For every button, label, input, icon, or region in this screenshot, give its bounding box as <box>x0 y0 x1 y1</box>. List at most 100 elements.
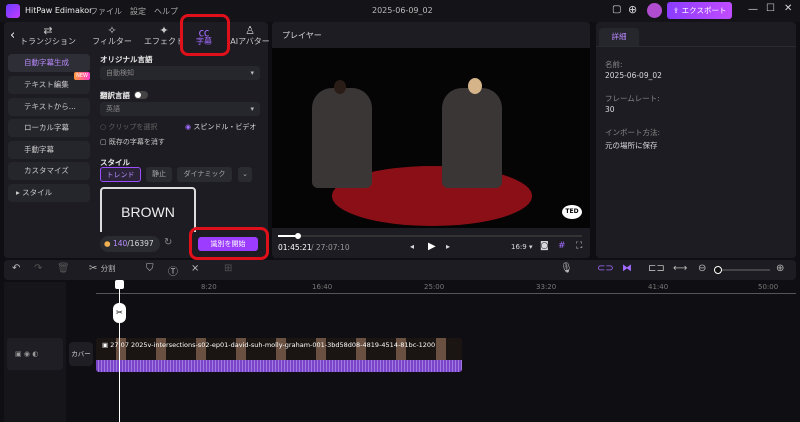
export-label: エクスポート <box>681 6 727 15</box>
fit-icon[interactable]: ⟷ <box>673 263 687 274</box>
current-time: 01:45:21 <box>278 243 312 252</box>
next-frame-icon[interactable]: ▸ <box>446 242 450 251</box>
redo-icon[interactable]: ↷ <box>34 263 42 274</box>
feedback-icon[interactable]: ▢ <box>612 4 621 15</box>
credits-display: ● 140/16397 <box>100 236 160 252</box>
snap-icon[interactable]: ⧓ <box>622 263 632 274</box>
link-icon[interactable]: ⊂⊃ <box>597 263 614 274</box>
maximize-button[interactable]: ☐ <box>766 3 775 14</box>
video-clip[interactable]: ▣ 27:07 2025v-intersections-s02-ep01-dav… <box>96 338 462 372</box>
fps-value: 30 <box>605 105 615 114</box>
video-preview[interactable]: TED <box>272 48 590 228</box>
menu-style[interactable]: ▸ スタイル <box>8 184 90 202</box>
app-title: HitPaw Edimakor <box>25 6 93 15</box>
close-button[interactable]: ✕ <box>784 3 792 14</box>
split-button[interactable]: ✂ 分割 <box>89 263 116 274</box>
style-more-chevron-icon[interactable]: ⌄ <box>238 167 252 182</box>
radio-select-clip[interactable]: ○ クリップを選択 <box>100 122 157 132</box>
translate-toggle[interactable] <box>134 91 148 99</box>
track-visibility-icon[interactable]: ◉ <box>24 350 30 358</box>
player-title: プレイヤー <box>282 31 322 40</box>
menu-label: スタイル <box>22 188 53 197</box>
menu-label: テキスト編集 <box>24 80 69 89</box>
tab-label: AIアバター <box>230 37 270 46</box>
chair-right <box>442 88 502 188</box>
menu-manual-subtitle[interactable]: 手動字幕 <box>8 141 90 159</box>
tab-transition[interactable]: ⇄ トランジション <box>20 24 76 47</box>
style-trend[interactable]: トレンド <box>100 167 141 182</box>
remove-subtitle-icon[interactable]: ⨯ <box>191 263 199 274</box>
clip-label: ▣ 27:07 2025v-intersections-s02-ep01-dav… <box>102 341 436 349</box>
import-label: インポート方法: <box>605 128 661 137</box>
tick-label: 8:20 <box>201 283 217 291</box>
style-dynamic[interactable]: ダイナミック <box>177 167 232 182</box>
mask-icon[interactable]: ⛉ <box>146 263 154 274</box>
menu-settings[interactable]: 設定 <box>130 7 146 16</box>
style-static[interactable]: 静止 <box>146 167 172 182</box>
prev-frame-icon[interactable]: ◂ <box>410 242 414 251</box>
tick-label: 41:40 <box>648 283 669 291</box>
menu-local-subtitle[interactable]: ローカル字幕 <box>8 119 90 137</box>
ruler <box>96 293 796 294</box>
aspect-ratio-select[interactable]: 16:9 ▾ <box>511 243 532 251</box>
avatar[interactable] <box>647 3 662 18</box>
refresh-icon[interactable]: ↻ <box>164 237 172 248</box>
translate-language-select[interactable]: 英語 <box>100 102 260 116</box>
progress-handle[interactable] <box>294 233 301 239</box>
playhead-handle[interactable] <box>115 280 124 289</box>
export-button[interactable]: ⇪ エクスポート <box>667 2 732 19</box>
title-bar: HitPaw Edimakor ファイル 設定 ヘルプ 2025-06-09_02 … <box>0 0 800 22</box>
fullscreen-icon[interactable]: ⛶ <box>576 241 582 251</box>
minimize-button[interactable]: — <box>748 4 758 15</box>
divider <box>596 46 796 47</box>
tab-ai-avatar[interactable]: ♙ AIアバター <box>222 24 278 47</box>
text-icon[interactable]: Ⓣ <box>168 263 178 278</box>
grid-icon[interactable]: # <box>558 241 566 251</box>
menu-help[interactable]: ヘルプ <box>154 7 178 16</box>
tab-filter[interactable]: ✧ フィルター <box>84 24 140 47</box>
zoom-handle[interactable] <box>714 266 722 274</box>
track-audio-icon[interactable]: ◐ <box>32 350 38 358</box>
import-value: 元の場所に保存 <box>605 141 658 150</box>
back-chevron-icon[interactable]: ‹ <box>10 28 15 43</box>
split-scissors-icon[interactable]: ✂ <box>113 303 126 323</box>
avatar-icon: ♙ <box>245 24 255 37</box>
zoom-out-icon[interactable]: ⊖ <box>698 263 706 274</box>
microphone-icon[interactable]: 🎙 <box>560 263 573 274</box>
menu-text-from[interactable]: テキストから... <box>8 98 90 116</box>
progress-bar[interactable] <box>278 233 582 239</box>
original-language-label: オリジナル言語 <box>100 55 153 64</box>
split-label: 分割 <box>100 264 116 273</box>
app-logo-icon <box>6 4 20 18</box>
radio-label: クリップを選択 <box>108 123 158 131</box>
menu-auto-subtitle[interactable]: 自動字幕生成 <box>8 54 90 72</box>
split-view-icon[interactable]: ⊏⊐ <box>648 263 665 274</box>
download-icon[interactable]: ⊕ <box>628 3 637 16</box>
filter-icon: ✧ <box>107 24 117 37</box>
tick-label: 25:00 <box>424 283 445 291</box>
checkbox-clear-existing[interactable]: ▢ 既存の字幕を消す <box>100 137 165 147</box>
style-preview[interactable]: BROWN <box>100 187 196 237</box>
menu-customize[interactable]: カスタマイズ <box>8 162 90 180</box>
menu-text-edit[interactable]: テキスト編集 NEW <box>8 72 90 94</box>
menu-bar: ファイル 設定 ヘルプ <box>90 6 186 17</box>
track-lock-icon[interactable]: ▣ <box>15 350 22 358</box>
total-time: / 27:07:10 <box>311 243 350 252</box>
play-icon[interactable]: ▶ <box>428 241 436 252</box>
snapshot-icon[interactable]: ◙ <box>540 241 549 251</box>
tab-details[interactable]: 詳細 <box>599 28 639 46</box>
add-track-icon[interactable]: ⊞ <box>224 263 232 274</box>
cover-button[interactable]: カバー <box>69 342 93 366</box>
radio-spindle-video[interactable]: ◉ スピンドル・ビデオ <box>185 122 256 132</box>
menu-file[interactable]: ファイル <box>90 7 122 16</box>
zoom-slider[interactable] <box>714 266 770 274</box>
audio-waveform <box>96 360 462 372</box>
playhead[interactable] <box>119 280 120 422</box>
delete-icon[interactable]: 🗑 <box>57 263 70 274</box>
undo-icon[interactable]: ↶ <box>12 263 20 274</box>
tick-label: 16:40 <box>312 283 333 291</box>
name-value: 2025-06-09_02 <box>605 71 662 80</box>
person-right-head <box>468 78 482 94</box>
zoom-in-icon[interactable]: ⊕ <box>776 263 784 274</box>
original-language-select[interactable]: 自動検知 <box>100 66 260 80</box>
